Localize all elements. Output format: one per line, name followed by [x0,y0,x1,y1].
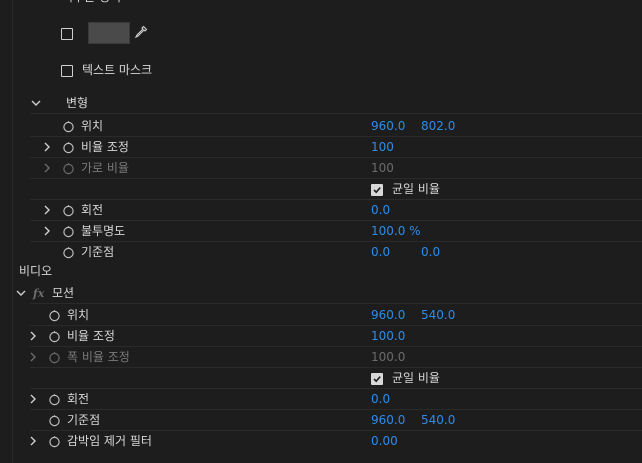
row-separator [30,113,642,114]
motion-row-anti-flicker: 감박임 제거 필터 0.00 [0,431,642,452]
transform-label: 변형 [66,96,89,110]
motion-row-uniform-scale: 균일 비율 [0,368,642,389]
chevron-down-icon[interactable] [30,93,44,114]
transform-row-scale: 비율 조정 100 [0,137,642,158]
effect-controls-panel: 이두운 영역 텍스트 마스크 변형 위치 960.0 802.0 비율 조정 1… [0,0,642,463]
stopwatch-icon[interactable] [48,435,61,448]
stopwatch-icon[interactable] [62,225,75,238]
property-label: 기준점 [81,245,115,259]
color-swatch[interactable] [88,22,130,44]
property-label: 가로 비율 [81,161,129,175]
motion-row-rotation: 회전 0.0 [0,389,642,410]
video-section-header: 비디오 [0,261,642,282]
text-mask-label: 텍스트 마스크 [82,63,153,77]
chevron-right-icon[interactable] [28,389,42,410]
scale-value[interactable]: 100 [371,137,394,158]
position-y-value[interactable]: 802.0 [421,116,455,137]
chevron-right-icon[interactable] [42,137,56,158]
property-label: 비율 조정 [81,140,129,154]
transform-row-position: 위치 960.0 802.0 [0,116,642,137]
position-x-value[interactable]: 960.0 [371,116,405,137]
fx-icon[interactable]: fx [33,283,44,304]
property-label: 회전 [81,203,104,217]
uniform-scale-checkbox[interactable] [371,373,383,385]
chevron-right-icon[interactable] [42,200,56,221]
stopwatch-icon[interactable] [48,414,61,427]
chevron-right-icon[interactable] [28,431,42,452]
chevron-right-icon [28,347,42,368]
transform-row-uniform-scale: 균일 비율 [0,179,642,200]
text-mask-checkbox[interactable] [61,65,73,77]
stopwatch-icon[interactable] [62,246,75,259]
rotation-value[interactable]: 0.0 [371,200,390,221]
stopwatch-icon[interactable] [62,120,75,133]
stopwatch-icon[interactable] [62,141,75,154]
uniform-scale-checkbox[interactable] [371,184,383,196]
row-dark-area: 이두운 영역 [0,0,642,8]
stopwatch-icon [62,162,75,175]
chevron-right-icon[interactable] [42,221,56,242]
stopwatch-icon[interactable] [48,330,61,343]
property-label: 기준점 [67,413,101,427]
property-label: 감박임 제거 필터 [67,434,152,448]
uniform-scale-label: 균일 비율 [392,182,440,196]
motion-row-scale: 비율 조정 100.0 [0,326,642,347]
property-label: 불투명도 [81,224,126,238]
motion-label: 모션 [52,286,75,300]
property-label: 폭 비율 조정 [67,350,130,364]
motion-row-scale-width: 폭 비율 조정 100.0 [0,347,642,368]
property-label: 비율 조정 [67,329,115,343]
chevron-right-icon [42,158,56,179]
anchor-x-value[interactable]: 960.0 [371,410,405,431]
rotation-value[interactable]: 0.0 [371,389,390,410]
motion-effect-header[interactable]: fx 모션 [0,283,642,304]
video-label: 비디오 [19,264,53,278]
opacity-value[interactable]: 100.0 % [371,221,421,242]
chevron-down-icon[interactable] [15,283,29,304]
motion-row-position: 위치 960.0 540.0 [0,305,642,326]
motion-row-anchor: 기준점 960.0 540.0 [0,410,642,431]
stopwatch-icon[interactable] [48,393,61,406]
row-text-mask: 텍스트 마스크 [0,60,642,81]
anchor-y-value[interactable]: 540.0 [421,410,455,431]
transform-row-opacity: 불투명도 100.0 % [0,221,642,242]
anti-flicker-value[interactable]: 0.00 [371,431,398,452]
property-label: 위치 [81,119,104,133]
dark-area-label: 이두운 영역 [62,0,121,8]
property-label: 회전 [67,392,90,406]
mask-color-checkbox[interactable] [61,28,73,40]
scale-value[interactable]: 100.0 [371,326,405,347]
row-separator [30,303,642,304]
position-y-value[interactable]: 540.0 [421,305,455,326]
anchor-x-value[interactable]: 0.0 [371,242,390,263]
transform-group-header[interactable]: 변형 [0,93,642,114]
anchor-y-value[interactable]: 0.0 [421,242,440,263]
transform-row-anchor: 기준점 0.0 0.0 [0,242,642,263]
scale-width-value: 100 [371,161,394,175]
transform-row-rotation: 회전 0.0 [0,200,642,221]
stopwatch-icon [48,351,61,364]
chevron-right-icon[interactable] [28,326,42,347]
scale-width-value: 100.0 [371,350,406,364]
stopwatch-icon[interactable] [62,204,75,217]
eyedropper-icon[interactable] [134,25,148,39]
property-label: 위치 [67,308,90,322]
position-x-value[interactable]: 960.0 [371,305,405,326]
transform-row-scale-width: 가로 비율 100 [0,158,642,179]
stopwatch-icon[interactable] [48,309,61,322]
uniform-scale-label: 균일 비율 [392,371,440,385]
